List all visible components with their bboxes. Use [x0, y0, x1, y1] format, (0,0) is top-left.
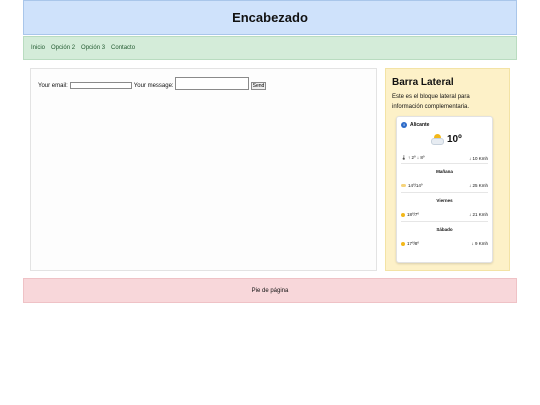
sun-icon [401, 241, 405, 246]
sidebar-text: Este es el bloque lateral para informaci… [392, 94, 470, 110]
day-wind: ↓ 9 Kmh [471, 241, 488, 246]
main-content: Your email: Your message: Send [30, 68, 377, 271]
day-temps: 14º/14º [408, 183, 423, 188]
divider [401, 163, 488, 164]
nav-item-opcion-2[interactable]: Opción 2 [51, 45, 75, 51]
info-icon: i [401, 122, 407, 128]
current-temperature: 10º [447, 133, 462, 145]
weather-today-range: 🌡 ↑ 2º ↓ 8º [401, 155, 425, 161]
day-temps-wrap: 17º/8º [401, 241, 419, 246]
day-title: Viernes [436, 198, 453, 203]
nav-item-contacto[interactable]: Contacto [111, 45, 135, 51]
day-wind: ↓ 25 Kmh [468, 183, 488, 188]
page-header: Encabezado [23, 0, 517, 35]
weather-city-name: Alicante [410, 122, 430, 128]
day-title: Mañana [436, 169, 453, 174]
divider [401, 221, 488, 222]
day-row: 14º/14º ↓ 25 Kmh [401, 183, 488, 188]
weather-current: 10º [431, 133, 462, 145]
day-temps-wrap: 14º/14º [401, 183, 423, 188]
message-label: Your message: [133, 83, 174, 89]
page-title: Encabezado [232, 10, 308, 25]
thermometer-icon: 🌡 [401, 155, 407, 160]
day-title: Sábado [436, 227, 453, 232]
weather-today-high: ↑ 2º [407, 155, 416, 160]
cloud-sun-icon [431, 133, 444, 145]
day-temps: 17º/8º [407, 241, 420, 246]
footer-text: Pie de página [251, 287, 289, 294]
weather-today-low: ↓ 8º [416, 155, 425, 160]
sidebar-title: Barra Lateral [392, 77, 454, 88]
day-wind: ↓ 21 Kmh [468, 212, 488, 217]
nav-item-opcion-3[interactable]: Opción 3 [81, 45, 105, 51]
day-row: 18º/7º ↓ 21 Kmh [401, 212, 488, 217]
email-label: Your email: [38, 83, 68, 89]
cloud-sun-icon [401, 184, 406, 188]
nav-item-inicio[interactable]: Inicio [31, 45, 45, 51]
email-field[interactable] [69, 82, 132, 89]
message-field[interactable] [174, 77, 249, 90]
weather-today-row: 🌡 ↑ 2º ↓ 8º ↓ 10 Kmh [401, 155, 488, 161]
send-button[interactable]: Send [250, 82, 267, 90]
page-footer: Pie de página [23, 278, 517, 303]
contact-form: Your email: Your message: Send [38, 77, 267, 90]
divider [401, 192, 488, 193]
weather-today-wind: ↓ 10 Kmh [468, 155, 488, 161]
sidebar: Barra Lateral Este es el bloque lateral … [385, 68, 510, 271]
day-temps: 18º/7º [407, 212, 420, 217]
day-temps-wrap: 18º/7º [401, 212, 419, 217]
main-nav: Inicio Opción 2 Opción 3 Contacto [23, 36, 517, 60]
day-row: 17º/8º ↓ 9 Kmh [401, 241, 488, 246]
weather-city: i Alicante [401, 122, 429, 128]
sun-icon [401, 212, 405, 217]
weather-widget: i Alicante 10º 🌡 ↑ 2º ↓ 8º ↓ 10 Kmh Maña… [396, 116, 493, 263]
